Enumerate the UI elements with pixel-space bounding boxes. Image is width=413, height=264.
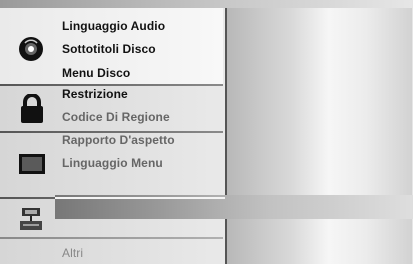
menu-group-display: Rapporto D'aspetto Linguaggio Menu bbox=[0, 133, 223, 197]
setup-menu: Linguaggio Audio Sottotitoli Disco Menu … bbox=[0, 8, 227, 264]
display-icon bbox=[18, 153, 46, 180]
menu-item-audio-language[interactable]: Linguaggio Audio bbox=[62, 19, 165, 33]
menu-item-menu-language[interactable]: Linguaggio Menu bbox=[62, 156, 163, 170]
padlock-icon bbox=[20, 93, 44, 129]
menu-group-lock: Restrizione Codice Di Regione bbox=[0, 86, 223, 131]
preview-pane bbox=[225, 8, 412, 264]
menu-item-disc-menu[interactable]: Menu Disco bbox=[62, 66, 130, 80]
menu-item-parental-lock[interactable]: Restrizione bbox=[62, 87, 128, 101]
menu-item-region-code[interactable]: Codice Di Regione bbox=[62, 110, 170, 124]
menu-group-disc: Linguaggio Audio Sottotitoli Disco Menu … bbox=[0, 8, 223, 84]
menu-item-others[interactable]: Altri bbox=[62, 246, 83, 260]
menu-item-disc-subtitles[interactable]: Sottotitoli Disco bbox=[62, 42, 156, 56]
menu-item-aspect-ratio[interactable]: Rapporto D'aspetto bbox=[62, 133, 175, 147]
disc-icon bbox=[18, 36, 44, 67]
menu-separator bbox=[0, 237, 223, 239]
option-bar-highlight bbox=[55, 197, 225, 199]
network-icon bbox=[20, 207, 42, 236]
